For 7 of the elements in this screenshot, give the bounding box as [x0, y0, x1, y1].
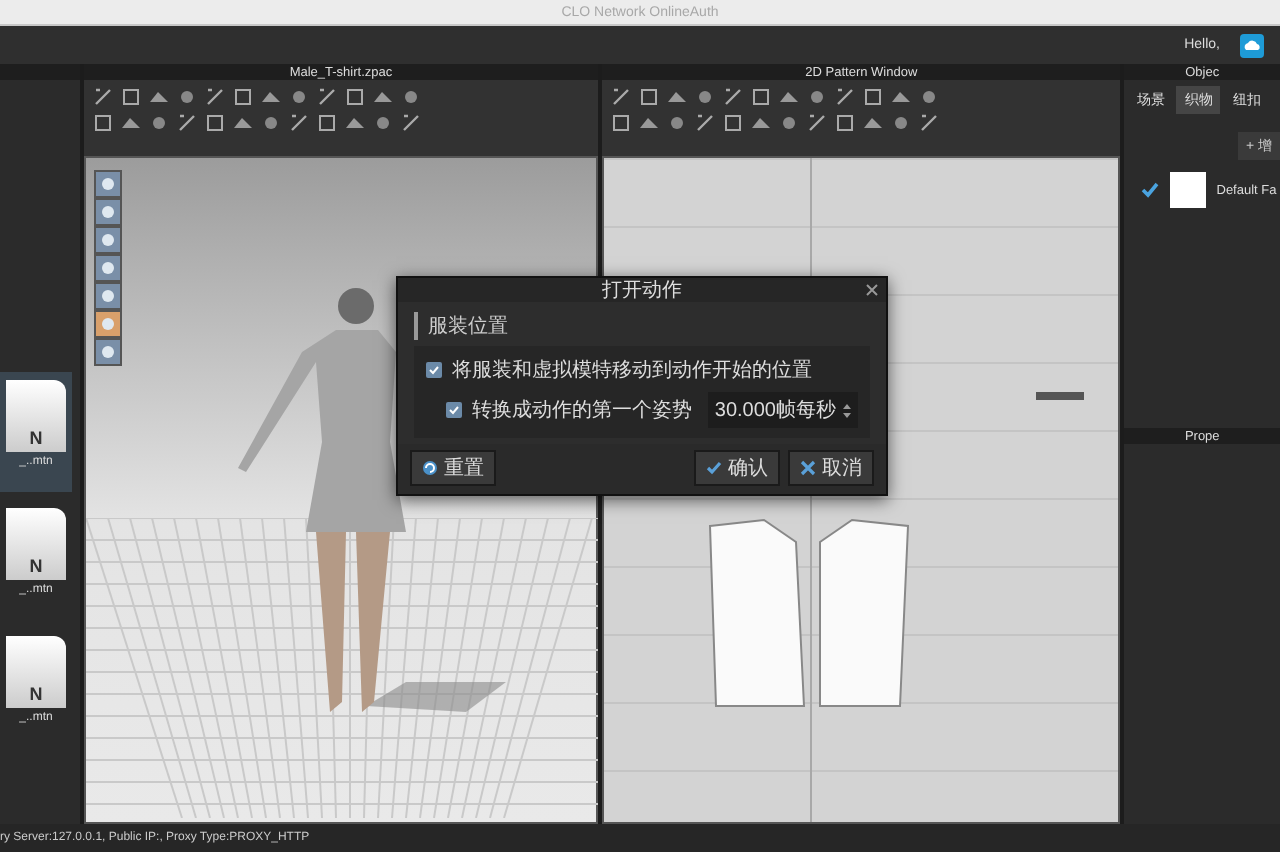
- file-thumbnail: N: [6, 636, 66, 708]
- file-thumbnail: N: [6, 380, 66, 452]
- section-title: 服装位置: [414, 312, 870, 340]
- option-label: 将服装和虚拟模特移动到动作开始的位置: [452, 357, 812, 384]
- option-label: 转换成动作的第一个姿势: [472, 397, 692, 424]
- file-thumbnail: N: [6, 508, 66, 580]
- dialog-title: 打开动作: [602, 277, 682, 304]
